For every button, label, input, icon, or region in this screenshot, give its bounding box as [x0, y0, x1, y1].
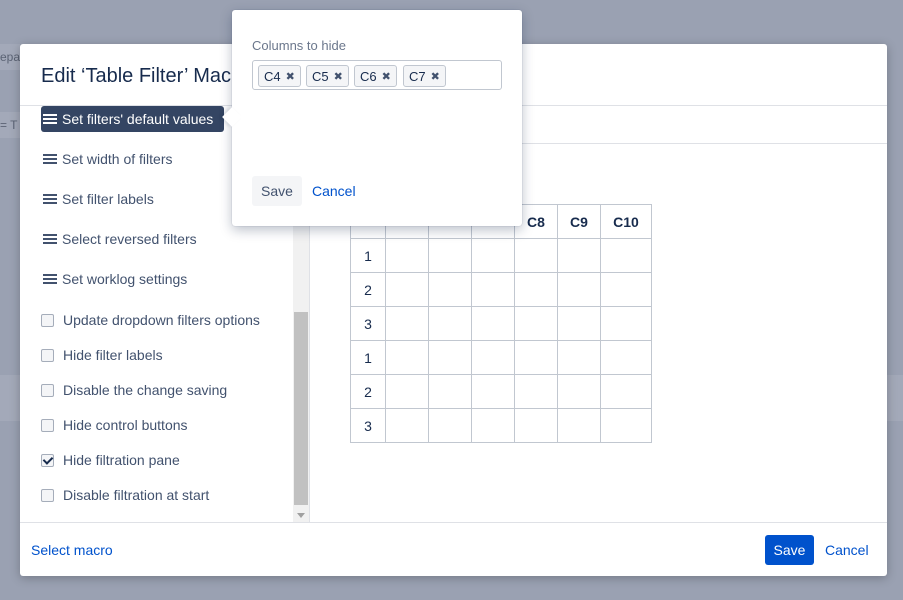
drag-handle-icon: [43, 194, 57, 204]
checkbox[interactable]: [41, 313, 54, 327]
popup-save-button[interactable]: Save: [252, 176, 302, 206]
background-text-fragment: = T: [0, 118, 18, 132]
menu-item-label: Select reversed filters: [62, 231, 197, 247]
table-row: 2: [350, 272, 652, 307]
checkbox-label: Hide control buttons: [63, 417, 188, 433]
menu-item-label: Set worklog settings: [62, 271, 188, 287]
checkbox-hide-filter-labels[interactable]: Hide filter labels: [41, 345, 163, 365]
checkbox-label: Hide filter labels: [63, 347, 163, 363]
save-button[interactable]: Save: [765, 535, 814, 565]
checkbox-disable-filtration-at-start[interactable]: Disable filtration at start: [41, 485, 209, 505]
menu-item-default-values[interactable]: Set filters' default values: [41, 106, 225, 132]
menu-item-filter-labels[interactable]: Set filter labels: [41, 186, 154, 212]
row-number: 3: [350, 306, 386, 341]
checkbox[interactable]: [41, 488, 54, 502]
background-bar-right: [887, 375, 903, 421]
row-number: 2: [350, 374, 386, 409]
checkbox-label: Disable filtration at start: [63, 487, 210, 503]
checkbox-disable-change-saving[interactable]: Disable the change saving: [41, 380, 227, 400]
column-tag: C6 ✖: [354, 65, 397, 87]
drag-handle-icon: [43, 234, 57, 244]
drag-handle-icon: [43, 274, 57, 284]
columns-to-hide-label: Columns to hide: [252, 38, 346, 53]
remove-tag-icon[interactable]: ✖: [286, 70, 295, 83]
checkbox-label: Update dropdown filters options: [63, 312, 260, 328]
row-number: 1: [350, 340, 386, 375]
select-macro-link[interactable]: Select macro: [31, 542, 113, 558]
tag-label: C5: [312, 68, 329, 84]
table-row: 1: [350, 238, 652, 273]
scroll-down-arrow-icon[interactable]: [297, 513, 305, 518]
remove-tag-icon[interactable]: ✖: [431, 70, 440, 83]
remove-tag-icon[interactable]: ✖: [382, 70, 391, 83]
preview-table: C8 C9 C10 1 2 3 1 2 3: [350, 204, 652, 443]
footer-divider: [20, 522, 887, 523]
background-bar-left: [0, 375, 20, 421]
menu-item-label: Set filters' default values: [62, 111, 214, 127]
checkbox-update-dropdown-options[interactable]: Update dropdown filters options: [41, 310, 260, 330]
tag-label: C4: [264, 68, 281, 84]
column-tag: C5 ✖: [306, 65, 349, 87]
table-row: 2: [350, 374, 652, 409]
table-header-cell: C9: [557, 204, 601, 239]
table-row: 3: [350, 306, 652, 341]
checkbox-checked[interactable]: [41, 453, 54, 467]
tag-label: C6: [360, 68, 377, 84]
dialog-title: Edit ‘Table Filter’ Mac: [41, 65, 232, 87]
table-header-cell: C10: [600, 204, 652, 239]
table-row: 1: [350, 340, 652, 375]
menu-item-label: Set filter labels: [62, 191, 154, 207]
menu-item-filter-width[interactable]: Set width of filters: [41, 146, 173, 172]
checkbox[interactable]: [41, 383, 54, 397]
checkbox-hide-control-buttons[interactable]: Hide control buttons: [41, 415, 188, 435]
drag-handle-icon: [43, 154, 57, 164]
menu-item-label: Set width of filters: [62, 151, 173, 167]
popup-cancel-link[interactable]: Cancel: [312, 183, 356, 199]
checkbox[interactable]: [41, 348, 54, 362]
table-row: 3: [350, 408, 652, 443]
menu-item-reversed-filters[interactable]: Select reversed filters: [41, 226, 197, 252]
background-text-fragment: epa: [0, 50, 21, 64]
columns-tag-input[interactable]: C4 ✖ C5 ✖ C6 ✖ C7 ✖: [252, 60, 502, 90]
menu-item-worklog-settings[interactable]: Set worklog settings: [41, 266, 187, 292]
scrollbar-thumb[interactable]: [294, 312, 308, 505]
cancel-link[interactable]: Cancel: [825, 542, 869, 558]
row-number: 2: [350, 272, 386, 307]
column-tag: C4 ✖: [258, 65, 301, 87]
column-tag: C7 ✖: [403, 65, 446, 87]
remove-tag-icon[interactable]: ✖: [334, 70, 343, 83]
checkbox[interactable]: [41, 418, 54, 432]
drag-handle-icon: [43, 114, 57, 124]
tag-label: C7: [409, 68, 426, 84]
checkbox-label: Hide filtration pane: [63, 452, 180, 468]
row-number: 1: [350, 238, 386, 273]
row-number: 3: [350, 408, 386, 443]
checkbox-hide-filtration-pane[interactable]: Hide filtration pane: [41, 450, 180, 470]
columns-to-hide-popup: Columns to hide C4 ✖ C5 ✖ C6 ✖ C7 ✖ Save…: [222, 10, 522, 226]
checkbox-label: Disable the change saving: [63, 382, 228, 398]
